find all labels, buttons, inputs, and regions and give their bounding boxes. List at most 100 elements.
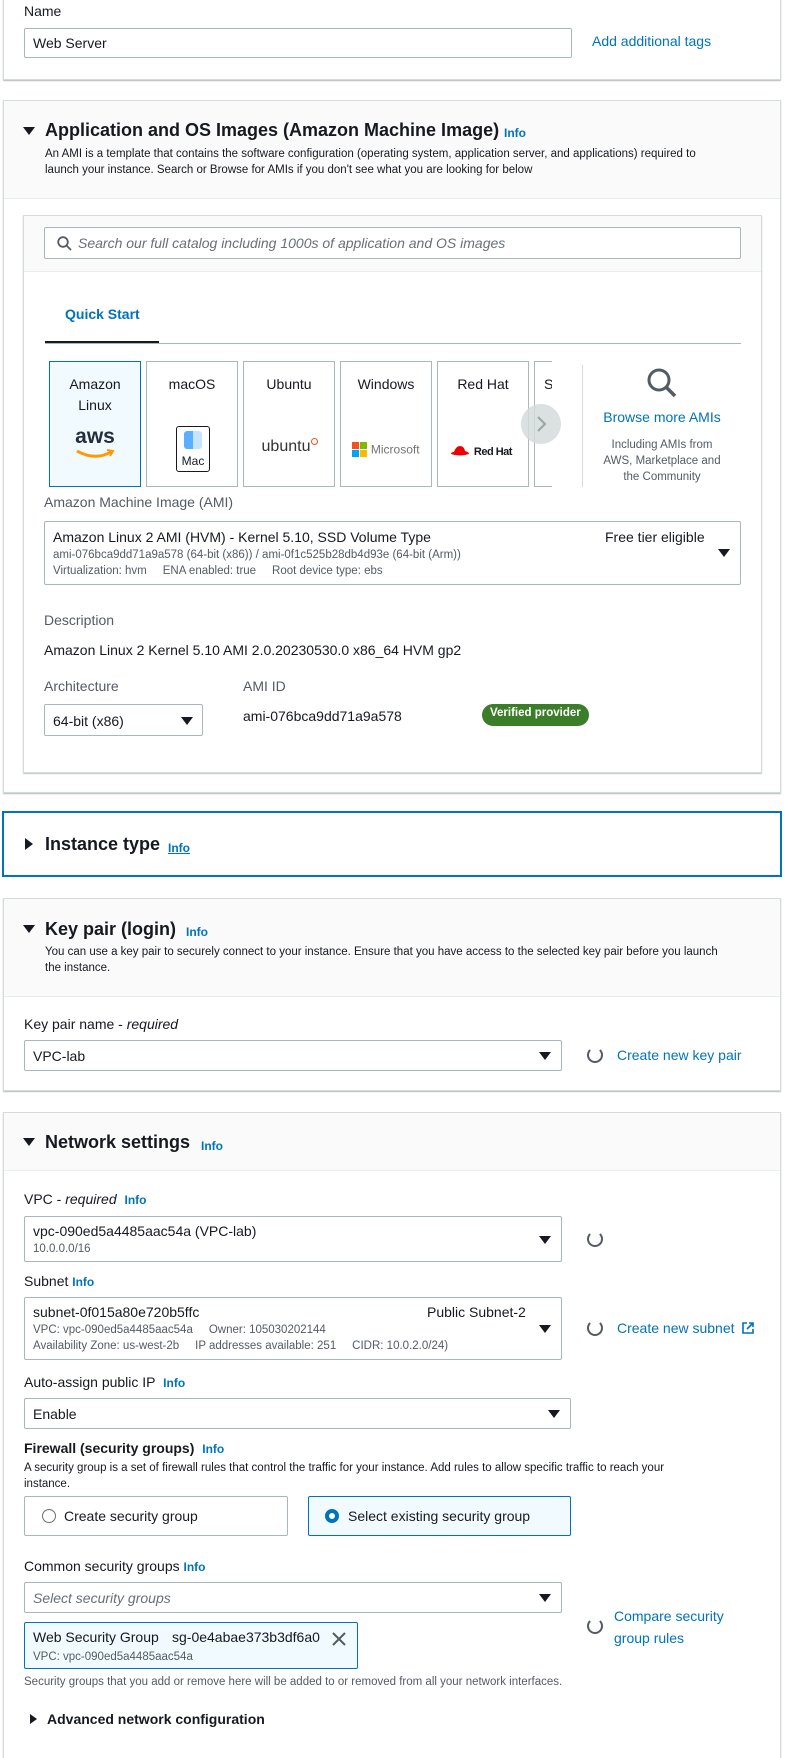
tile-label: Ubuntu: [266, 376, 312, 392]
common-sg-info-link[interactable]: Info: [184, 1560, 206, 1574]
tab-quick-start[interactable]: Quick Start: [45, 296, 159, 344]
refresh-subnet-icon[interactable]: [587, 1320, 603, 1336]
radio-unchecked-icon: [42, 1509, 56, 1523]
collapse-ami-icon[interactable]: [23, 127, 35, 135]
remove-token-icon[interactable]: [332, 1632, 346, 1646]
ubuntu-circle-icon: [311, 438, 319, 445]
collapse-key-pair-icon[interactable]: [23, 925, 35, 933]
instance-type-info-link[interactable]: Info: [168, 841, 190, 855]
tile-amazon-linux[interactable]: Amazon Linux aws: [49, 361, 141, 487]
public-ip-info-link[interactable]: Info: [163, 1376, 185, 1390]
tile-ubuntu[interactable]: Ubuntu ubuntu: [243, 361, 335, 487]
tab-quick-start-label: Quick Start: [65, 306, 140, 322]
chevron-right-icon: [537, 416, 547, 432]
add-tags-link[interactable]: Add additional tags: [592, 33, 711, 49]
browse-more-amis-link[interactable]: Browse more AMIs: [600, 409, 724, 425]
common-sg-label: Common security groups Info: [24, 1558, 206, 1574]
create-key-pair-link[interactable]: Create new key pair: [617, 1047, 742, 1063]
mac-logo-text: Mac: [181, 454, 205, 468]
firewall-label: Firewall (security groups) Info: [24, 1440, 224, 1456]
microsoft-logo-icon: Microsoft: [352, 440, 420, 457]
public-ip-label: Auto-assign public IP Info: [24, 1374, 185, 1390]
subnet-name: Public Subnet-2: [427, 1304, 526, 1320]
common-sg-select[interactable]: Select security groups: [24, 1582, 562, 1613]
refresh-sg-icon[interactable]: [587, 1618, 603, 1634]
ami-name: Amazon Linux 2 AMI (HVM) - Kernel 5.10, …: [53, 529, 431, 545]
microsoft-logo-text: Microsoft: [370, 442, 420, 457]
create-subnet-link[interactable]: Create new subnet: [617, 1320, 755, 1336]
refresh-vpc-icon[interactable]: [587, 1231, 603, 1247]
public-ip-select[interactable]: Enable: [24, 1398, 571, 1429]
ami-id-value: ami-076bca9dd71a9a578: [243, 708, 402, 724]
name-input[interactable]: Web Server: [24, 28, 572, 58]
create-sg-label: Create security group: [64, 1508, 198, 1524]
browse-sub-2: AWS, Marketplace and: [603, 455, 721, 467]
compare-sg-rules-link[interactable]: Compare security group rules: [614, 1605, 724, 1649]
ami-search-input[interactable]: Search our full catalog including 1000s …: [44, 227, 741, 259]
ami-info-link[interactable]: Info: [504, 126, 526, 140]
finder-face-icon: [184, 431, 202, 449]
tile-redhat[interactable]: Red Hat Red Hat: [437, 361, 529, 487]
redhat-hat-icon: [451, 446, 469, 456]
key-pair-value: VPC-lab: [33, 1048, 86, 1064]
search-icon: [57, 236, 72, 251]
vpc-select[interactable]: vpc-090ed5a4485aac54a (VPC-lab) 10.0.0.0…: [24, 1216, 562, 1262]
key-pair-name-label: Key pair name - required: [24, 1016, 178, 1032]
vpc-label-text: VPC -: [24, 1191, 66, 1207]
redhat-logo-text: Red Hat: [473, 446, 513, 458]
key-pair-caret-icon: [539, 1052, 551, 1060]
key-pair-select[interactable]: VPC-lab: [24, 1040, 562, 1071]
subnet-line3: Availability Zone: us-west-2b IP address…: [33, 1340, 449, 1352]
redhat-logo-icon: Red Hat: [450, 442, 512, 458]
ami-caret-icon: [718, 549, 730, 557]
vpc-cidr: 10.0.0.0/16: [33, 1243, 91, 1255]
refresh-key-pairs-icon[interactable]: [587, 1047, 603, 1063]
aws-logo-text: aws: [75, 425, 115, 448]
public-ip-value: Enable: [33, 1406, 77, 1422]
select-existing-sg-option[interactable]: Select existing security group: [308, 1496, 571, 1536]
aws-smile-icon: [76, 449, 115, 458]
subnet-info-link[interactable]: Info: [72, 1275, 94, 1289]
public-ip-caret-icon: [548, 1410, 560, 1418]
subnet-value: subnet-0f015a80e720b5ffc: [33, 1304, 200, 1320]
ami-select[interactable]: Amazon Linux 2 AMI (HVM) - Kernel 5.10, …: [44, 521, 741, 585]
ami-title: Application and OS Images (Amazon Machin…: [45, 120, 500, 140]
radio-checked-icon: [325, 1509, 339, 1523]
tile-macos[interactable]: macOS Mac: [146, 361, 238, 487]
ami-id-label: AMI ID: [243, 678, 286, 694]
network-info-link[interactable]: Info: [201, 1139, 223, 1153]
architecture-caret-icon: [181, 717, 193, 725]
subnet-label: Subnet Info: [24, 1273, 94, 1289]
vpc-value: vpc-090ed5a4485aac54a (VPC-lab): [33, 1223, 257, 1239]
create-sg-option[interactable]: Create security group: [24, 1496, 288, 1536]
description-value: Amazon Linux 2 Kernel 5.10 AMI 2.0.20230…: [44, 642, 462, 658]
common-sg-caret-icon: [539, 1594, 551, 1602]
collapse-network-icon[interactable]: [23, 1138, 35, 1146]
compare-sg-line-2: group rules: [614, 1630, 685, 1646]
architecture-select[interactable]: 64-bit (x86): [44, 704, 203, 736]
ubuntu-logo-text: ubuntu: [261, 438, 311, 455]
advanced-network-toggle[interactable]: Advanced network configuration: [47, 1711, 265, 1727]
sg-token-vpc: VPC: vpc-090ed5a4485aac54a: [33, 1651, 193, 1663]
tile-label: S: [535, 374, 552, 395]
compare-sg-line-1: Compare security: [614, 1608, 724, 1624]
tabs-divider: [45, 343, 741, 344]
expand-advanced-network-icon[interactable]: [30, 1714, 37, 1724]
browse-divider: [582, 365, 583, 487]
ami-desc-1: An AMI is a template that contains the s…: [45, 148, 696, 160]
tile-windows[interactable]: Windows Microsoft: [340, 361, 432, 487]
common-sg-placeholder: Select security groups: [33, 1590, 171, 1606]
firewall-label-text: Firewall (security groups): [24, 1440, 195, 1456]
vpc-required: required: [65, 1191, 117, 1207]
name-value: Web Server: [33, 35, 107, 51]
verified-provider-badge: Verified provider: [482, 704, 589, 726]
browse-search-icon[interactable]: [646, 367, 678, 399]
key-pair-info-link[interactable]: Info: [186, 925, 208, 939]
subnet-select[interactable]: subnet-0f015a80e720b5ffc Public Subnet-2…: [24, 1297, 562, 1360]
firewall-desc-2: instance.: [24, 1478, 71, 1490]
key-pair-desc-2: the instance.: [45, 962, 111, 974]
carousel-next-button[interactable]: [521, 404, 561, 444]
expand-instance-type-icon[interactable]: [25, 838, 33, 850]
firewall-info-link[interactable]: Info: [202, 1442, 224, 1456]
vpc-info-link[interactable]: Info: [125, 1193, 147, 1207]
